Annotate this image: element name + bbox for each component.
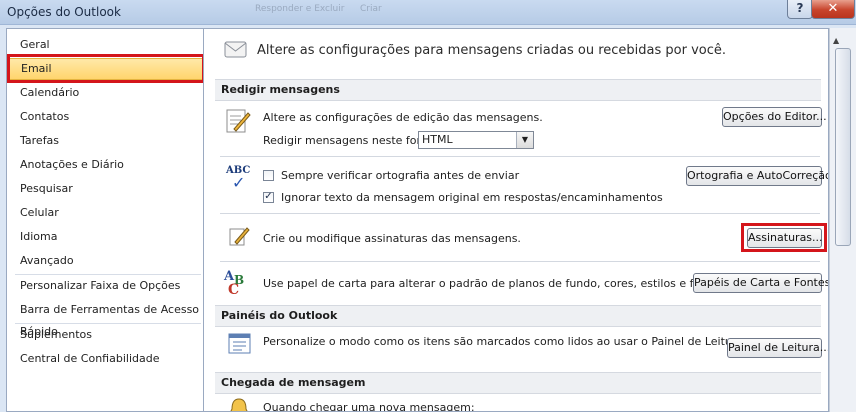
reading-pane-button[interactable]: Painel de Leitura... xyxy=(727,338,828,358)
window-title: Opções do Outlook xyxy=(7,5,121,19)
nav-item-calendario[interactable]: Calendário xyxy=(8,82,204,104)
reading-pane-icon xyxy=(228,333,251,354)
close-button[interactable]: ✕ xyxy=(811,0,855,19)
nav-item-geral[interactable]: Geral xyxy=(8,34,204,56)
email-options-pane: Altere as configurações para mensagens c… xyxy=(203,28,829,412)
nav-item-celular[interactable]: Celular xyxy=(8,202,204,224)
signatures-button-label: Assinaturas... xyxy=(748,231,823,244)
section-paineis-outlook: Painéis do Outlook xyxy=(215,305,821,327)
format-select-value: HTML xyxy=(422,133,453,146)
nav-item-suplementos[interactable]: Suplementos xyxy=(8,324,204,346)
scrollbar[interactable]: ▲ xyxy=(829,28,856,412)
nav-item-contatos[interactable]: Contatos xyxy=(8,106,204,128)
options-nav: Geral Email Calendário Contatos Tarefas … xyxy=(6,28,206,412)
nav-item-central-confiabilidade[interactable]: Central de Confiabilidade xyxy=(8,348,204,370)
nav-item-idioma[interactable]: Idioma xyxy=(8,226,204,248)
nav-item-email[interactable]: Email xyxy=(8,58,204,80)
page-title: Altere as configurações para mensagens c… xyxy=(257,43,727,58)
divider xyxy=(220,261,820,262)
new-message-text: Quando chegar uma nova mensagem: xyxy=(263,401,475,412)
signature-icon xyxy=(229,227,250,246)
signatures-text: Crie ou modifique assinaturas das mensag… xyxy=(263,232,521,245)
editor-options-button-label: Opções do Editor... xyxy=(723,110,827,123)
reading-pane-text: Personalize o modo como os itens são mar… xyxy=(263,335,747,348)
spelling-abc-icon: ABC ✓ xyxy=(226,165,251,192)
spelling-autocorrect-button-label: Ortografia e AutoCorreção... xyxy=(687,169,829,182)
signatures-button[interactable]: Assinaturas... xyxy=(747,228,823,248)
spell-check-checkbox[interactable] xyxy=(263,170,274,181)
scroll-up-icon[interactable]: ▲ xyxy=(833,36,839,45)
reading-pane-button-label: Painel de Leitura... xyxy=(728,341,829,354)
nav-item-barra-ferramentas[interactable]: Barra de Ferramentas de Acesso Rápido xyxy=(8,299,204,338)
stationery-fonts-icon: A B C xyxy=(224,269,245,298)
spell-check-label: Sempre verificar ortografia antes de env… xyxy=(281,169,520,182)
section-redigir-mensagens: Redigir mensagens xyxy=(215,79,821,101)
nav-item-personalizar-faixa[interactable]: Personalizar Faixa de Opções xyxy=(8,275,204,297)
ignore-original-label: Ignorar texto da mensagem original em re… xyxy=(281,191,663,204)
ignore-original-checkbox[interactable]: ✓ xyxy=(263,192,274,203)
chevron-down-icon[interactable]: ▼ xyxy=(516,132,533,148)
nav-item-avancado[interactable]: Avançado xyxy=(8,250,204,272)
divider xyxy=(220,156,820,157)
format-select[interactable]: HTML ▼ xyxy=(418,131,534,149)
nav-item-anotacoes[interactable]: Anotações e Diário xyxy=(8,154,204,176)
editor-options-button[interactable]: Opções do Editor... xyxy=(722,107,827,127)
ghost-ribbon-create: Criar xyxy=(360,4,382,14)
bell-icon xyxy=(230,398,248,411)
ghost-ribbon-text: Responder e Excluir xyxy=(255,4,345,14)
stationery-fonts-button[interactable]: Papéis de Carta e Fontes... xyxy=(693,273,828,293)
nav-item-pesquisar[interactable]: Pesquisar xyxy=(8,178,204,200)
divider xyxy=(220,213,820,214)
stationery-text: Use papel de carta para alterar o padrão… xyxy=(263,277,728,290)
editor-settings-text: Altere as configurações de edição das me… xyxy=(263,111,543,124)
section-chegada-mensagem: Chegada de mensagem xyxy=(215,372,821,394)
envelope-icon xyxy=(224,41,247,58)
title-bar: Opções do Outlook Responder e Excluir Cr… xyxy=(0,0,856,25)
edit-message-icon xyxy=(226,109,251,133)
spelling-autocorrect-button[interactable]: Ortografia e AutoCorreção... xyxy=(686,166,828,186)
nav-item-tarefas[interactable]: Tarefas xyxy=(8,130,204,152)
stationery-fonts-button-label: Papéis de Carta e Fontes... xyxy=(694,276,829,289)
help-button[interactable]: ? xyxy=(787,0,813,19)
scrollbar-thumb[interactable] xyxy=(835,48,851,246)
